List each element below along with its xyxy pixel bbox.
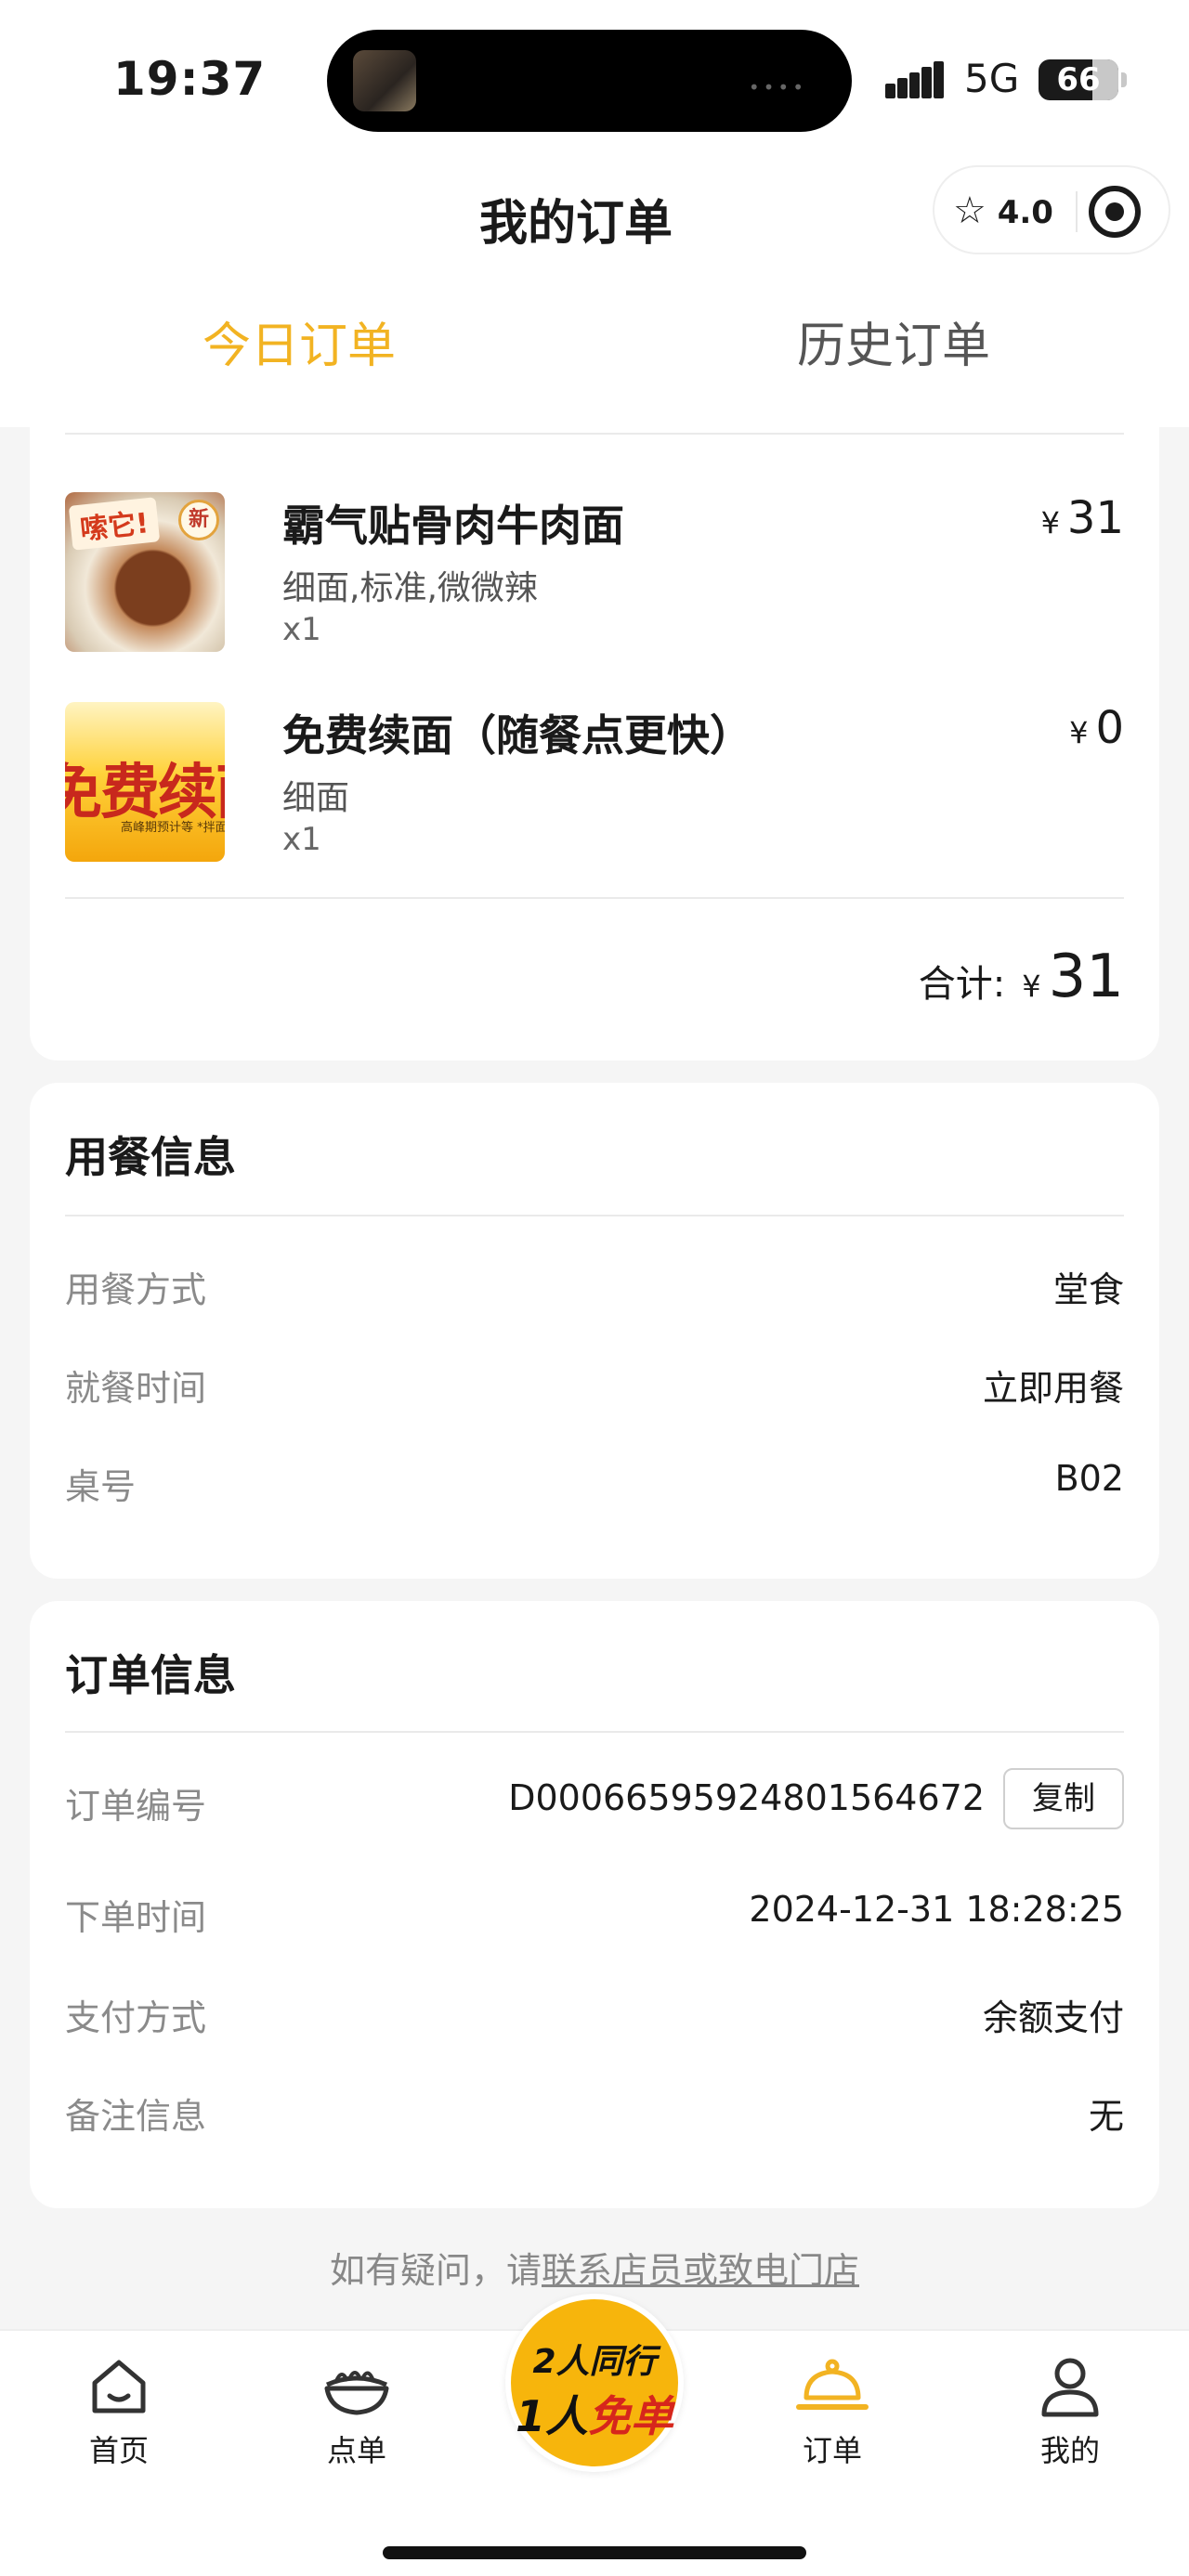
user-icon: [1041, 2358, 1099, 2417]
order-number: D000665959248015646​72: [508, 1777, 985, 1818]
battery-icon: 66: [1039, 59, 1118, 100]
order-items-card: 嗦它! 新 霸气贴骨肉牛肉面 细面,标准,微微辣 x1 ¥31 免费续面 高峰期…: [30, 399, 1159, 1060]
tab-today-orders[interactable]: 今日订单: [203, 306, 396, 376]
tab-history-orders[interactable]: 历史订单: [797, 306, 990, 376]
free-noodle-image: 免费续面 高峰期预计等 *拌面、凉: [65, 702, 225, 862]
promo-line2: 1人免单: [511, 2383, 678, 2444]
rating-button[interactable]: ☆ 4.0: [953, 189, 1053, 232]
item-name: 霸气贴骨肉牛肉面: [282, 501, 624, 551]
promo-button[interactable]: 2人同行 1人免单: [505, 2294, 684, 2472]
bottom-tab-bar: 首页 点单 2人同行 1人免单 订单 我的: [0, 2294, 1189, 2576]
nav-label: 首页: [88, 2433, 149, 2468]
star-icon: ☆: [953, 189, 986, 232]
new-badge: 新: [178, 500, 219, 540]
row-value: 余额支付: [982, 1997, 1124, 2038]
currency-symbol: ¥: [1022, 969, 1041, 1004]
beef-noodle-image: 嗦它! 新: [65, 492, 225, 652]
item-price: ¥0: [1069, 702, 1124, 754]
nav-orders[interactable]: 订单: [749, 2353, 916, 2470]
divider: [65, 897, 1124, 899]
signal-icon: [885, 61, 945, 98]
audio-wave-icon: ••••: [748, 76, 807, 98]
nav-label: 我的: [1039, 2433, 1100, 2468]
home-icon: [92, 2360, 146, 2413]
contact-store-link[interactable]: 联系店员或致电门店: [542, 2250, 859, 2291]
divider: [65, 1215, 1124, 1216]
cloche-icon: [796, 2359, 869, 2410]
nav-profile[interactable]: 我的: [986, 2353, 1154, 2470]
mini-program-capsule: ☆ 4.0: [933, 165, 1170, 254]
row-value: 立即用餐: [982, 1368, 1124, 1409]
row-value: 堂食: [1052, 1269, 1124, 1310]
row-value: B02: [1054, 1458, 1124, 1499]
nav-label: 点单: [326, 2433, 386, 2468]
promo-line2-b: 免单: [588, 2391, 673, 2441]
rating-value: 4.0: [997, 194, 1053, 231]
row-label: 桌号: [65, 1466, 137, 1507]
page-header: 我的订单 ☆ 4.0 今日订单 历史订单: [0, 149, 1189, 427]
now-playing-thumbnail: [353, 50, 416, 111]
item-quantity: x1: [282, 611, 321, 648]
info-row-payment-method: 支付方式 余额支付: [65, 1989, 1124, 2045]
row-value: 无: [1088, 2096, 1124, 2137]
row-label: 支付方式: [65, 1997, 207, 2038]
info-row-table-number: 桌号 B02: [65, 1458, 1124, 1514]
info-row-order-time: 下单时间 2024-12-31 18:28:25: [65, 1889, 1124, 1945]
divider: [65, 433, 1124, 435]
help-prefix: 如有疑问，请: [329, 2250, 542, 2291]
item-spec: 细面,标准,微微辣: [282, 569, 538, 607]
network-type: 5G: [964, 56, 1020, 101]
order-total: 合计: ¥31: [919, 943, 1124, 1011]
dining-info-card: 用餐信息 用餐方式 堂食 就餐时间 立即用餐 桌号 B02: [30, 1083, 1159, 1579]
info-row-order-number: 订单编号 D000665959248015646​72 复制: [65, 1768, 1124, 1833]
row-label: 就餐时间: [65, 1368, 207, 1409]
status-bar: 19:37 •••• 5G 66: [0, 0, 1189, 149]
nav-label: 订单: [802, 2433, 862, 2468]
promo-line1: 2人同行: [532, 2343, 657, 2381]
info-row-dining-time: 就餐时间 立即用餐: [65, 1360, 1124, 1415]
order-item: 嗦它! 新 霸气贴骨肉牛肉面 细面,标准,微微辣 x1 ¥31: [65, 492, 1124, 652]
promo-line2-a: 1人: [515, 2391, 588, 2441]
item-quantity: x1: [282, 821, 321, 858]
row-label: 备注信息: [65, 2096, 207, 2137]
status-time: 19:37: [113, 52, 267, 106]
price-value: 0: [1095, 702, 1124, 754]
info-row-dining-method: 用餐方式 堂食: [65, 1261, 1124, 1317]
order-info-card: 订单信息 订单编号 D000665959248015646​72 复制 下单时间…: [30, 1601, 1159, 2208]
currency-symbol: ¥: [1069, 715, 1089, 750]
row-value: 2024-12-31 18:28:25: [749, 1889, 1124, 1930]
nav-menu[interactable]: 点单: [273, 2353, 440, 2470]
divider: [65, 1731, 1124, 1733]
price-value: 31: [1066, 492, 1124, 544]
row-label: 下单时间: [65, 1897, 207, 1938]
section-title: 订单信息: [65, 1650, 236, 1700]
nav-home[interactable]: 首页: [35, 2353, 203, 2470]
copy-button[interactable]: 复制: [1003, 1768, 1124, 1829]
total-label: 合计:: [918, 963, 1006, 1006]
dynamic-island[interactable]: ••••: [327, 30, 852, 132]
currency-symbol: ¥: [1040, 505, 1060, 540]
order-item: 免费续面 高峰期预计等 *拌面、凉 免费续面（随餐点更快） 细面 x1 ¥0: [65, 702, 1124, 862]
help-text: 如有疑问，请联系店员或致电门店: [0, 2242, 1189, 2293]
info-row-remarks: 备注信息 无: [65, 2088, 1124, 2143]
battery-level: 66: [1056, 61, 1101, 98]
image-tag: 嗦它!: [68, 497, 160, 551]
item-price: ¥31: [1041, 492, 1124, 544]
image-caption: 高峰期预计等 *拌面、凉: [121, 821, 225, 835]
total-value: 31: [1048, 943, 1124, 1011]
battery-tip: [1121, 72, 1127, 87]
row-label: 订单编号: [65, 1786, 207, 1827]
capsule-divider: [1076, 191, 1078, 232]
noodle-bowl-icon: [324, 2371, 389, 2415]
item-spec: 细面: [282, 779, 350, 817]
close-target-icon[interactable]: [1089, 186, 1141, 238]
row-label: 用餐方式: [65, 1269, 207, 1310]
item-name: 免费续面（随餐点更快）: [282, 710, 752, 761]
section-title: 用餐信息: [65, 1132, 236, 1182]
home-indicator: [383, 2546, 806, 2559]
